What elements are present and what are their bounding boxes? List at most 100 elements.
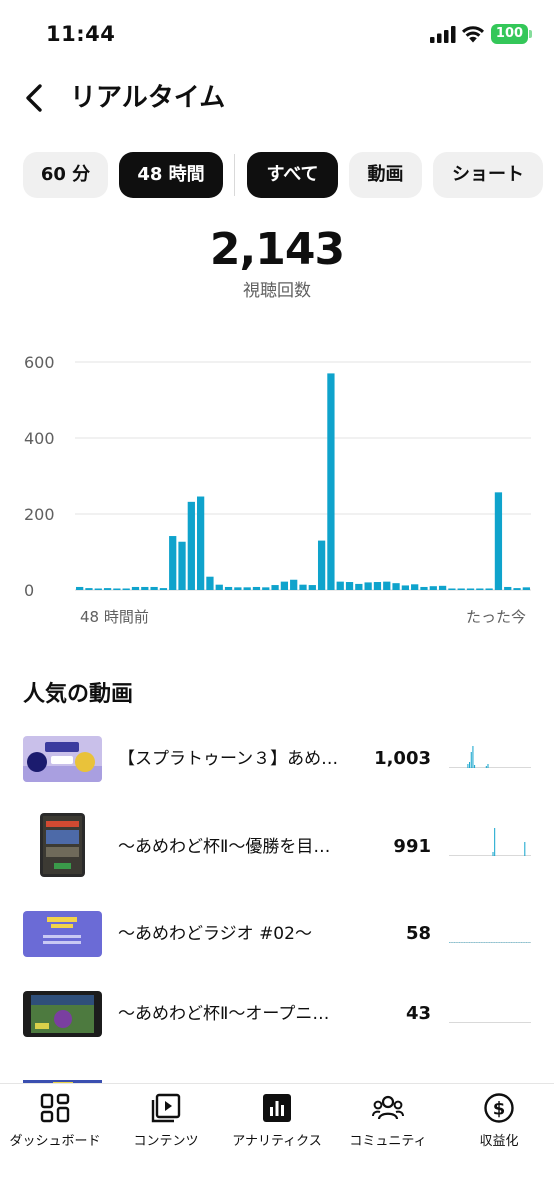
sparkline-bar [490, 942, 492, 943]
svg-text:$: $ [493, 1099, 506, 1120]
chart-bar-32[interactable] [364, 582, 372, 590]
chart-bar-11[interactable] [169, 536, 177, 590]
chart-bar-21[interactable] [262, 587, 270, 590]
chart-bar-15[interactable] [206, 576, 214, 590]
sparkline-bar [479, 942, 481, 943]
chart-bar-1[interactable] [76, 586, 84, 590]
chart-bar-14[interactable] [197, 496, 205, 590]
y-tick-label-200: 200 [24, 505, 55, 524]
chart-bar-48[interactable] [513, 588, 521, 590]
chip-all[interactable]: すべて [247, 152, 338, 198]
chart-bar-49[interactable] [522, 587, 530, 590]
chart-bar-35[interactable] [392, 583, 400, 590]
chart-bar-29[interactable] [336, 581, 344, 590]
chart-bar-42[interactable] [457, 588, 465, 591]
earn-icon: $ [484, 1093, 514, 1123]
chart-bar-20[interactable] [252, 586, 261, 590]
back-arrow-icon[interactable] [18, 80, 54, 116]
content-icon [151, 1093, 181, 1123]
header: リアルタイム [0, 76, 554, 120]
nav-analytics[interactable]: アナリティクス [222, 1092, 332, 1154]
chart-bar-39[interactable] [429, 586, 437, 590]
sparkline-bar [462, 942, 464, 943]
chart-bar-30[interactable] [345, 582, 354, 590]
chip-videos[interactable]: 動画 [349, 152, 422, 198]
chart-bar-19[interactable] [243, 587, 251, 590]
chart-bar-17[interactable] [224, 586, 233, 590]
video-thumbnail-4 [23, 991, 102, 1037]
chart-bar-38[interactable] [420, 586, 428, 590]
video-sparkline-3 [449, 942, 531, 943]
chart-bar-46[interactable] [494, 492, 503, 590]
nav-dashboard[interactable]: ダッシュボード [0, 1092, 110, 1154]
chart-bar-36[interactable] [401, 585, 409, 590]
sparkline-bar [472, 942, 474, 943]
sparkline-bar [507, 942, 509, 943]
dashboard-icon [40, 1093, 70, 1123]
chart-bar-4[interactable] [103, 588, 112, 590]
chart-bar-40[interactable] [438, 585, 447, 590]
sparkline-bar [519, 942, 521, 943]
chart-bar-7[interactable] [131, 586, 140, 590]
video-views-3: 58 [405, 923, 431, 944]
chart-bar-33[interactable] [373, 582, 382, 590]
video-title-1: 【スプラトゥーン３】あめわど杯Ⅱ〜本戦〜 [118, 749, 346, 769]
filter-chips: 60 分 48 時間 すべて 動画 ショート [23, 152, 554, 198]
video-row-2[interactable]: 〜あめわど杯Ⅱ〜優勝を目指して〜 991 [0, 813, 554, 877]
chart-bar-16[interactable] [215, 584, 223, 590]
chart-bar-25[interactable] [299, 584, 307, 590]
sparkline-bar [524, 842, 526, 856]
chart-bar-3[interactable] [94, 588, 102, 591]
chip-48-hours[interactable]: 48 時間 [119, 152, 223, 198]
chart-bar-18[interactable] [234, 587, 242, 590]
chart-bar-43[interactable] [466, 588, 475, 591]
chart-bar-44[interactable] [476, 588, 484, 591]
total-views-value: 2,143 [209, 224, 345, 275]
chart-bar-22[interactable] [271, 585, 279, 590]
chart-bar-23[interactable] [280, 581, 289, 590]
chart-bar-2[interactable] [85, 588, 93, 590]
chart-bar-37[interactable] [411, 584, 419, 590]
chart-bar-9[interactable] [150, 586, 158, 590]
nav-community[interactable]: コミュニティ [333, 1092, 443, 1154]
chart-bar-8[interactable] [141, 586, 149, 590]
chart-bar-45[interactable] [485, 588, 493, 590]
chart-bar-13[interactable] [187, 501, 195, 590]
video-title-3: 〜あめわどラジオ #02〜 [118, 924, 312, 944]
thumbnail-image-3 [23, 911, 102, 957]
battery-icon: 100 [491, 24, 528, 44]
nav-content[interactable]: コンテンツ [111, 1092, 221, 1154]
sparkline-bar [467, 764, 469, 768]
bottom-navigation: ダッシュボード コンテンツ アナリティクス コミュニティ $ 収益化 [0, 1083, 554, 1199]
chart-bar-27[interactable] [317, 540, 326, 590]
chart-bar-10[interactable] [159, 588, 168, 590]
chart-bar-6[interactable] [122, 588, 130, 591]
total-views-label: 視聴回数 [243, 281, 311, 301]
chart-bar-5[interactable] [113, 588, 121, 591]
chart-bar-12[interactable] [178, 541, 186, 590]
chart-bar-26[interactable] [308, 585, 316, 590]
chart-bar-28[interactable] [327, 373, 335, 590]
sparkline-bar [470, 752, 472, 768]
chart-bar-34[interactable] [383, 581, 391, 590]
sparkline-bar [475, 942, 477, 943]
sparkline-bar [467, 942, 469, 943]
nav-earn[interactable]: $ 収益化 [444, 1092, 554, 1154]
sparkline-bar [480, 942, 482, 943]
chart-bar-41[interactable] [448, 588, 456, 591]
chart-bar-47[interactable] [504, 586, 512, 590]
sparkline-bar [509, 942, 511, 943]
sparkline-bar [505, 942, 507, 943]
sparkline-bar [485, 942, 487, 943]
sparkline-bar [487, 764, 489, 768]
video-row-1[interactable]: 【スプラトゥーン３】あめわど杯Ⅱ〜本戦〜 1,003 [0, 730, 554, 790]
chip-60-minutes[interactable]: 60 分 [23, 152, 108, 198]
video-row-3[interactable]: 〜あめわどラジオ #02〜 58 [0, 905, 554, 965]
chart-bar-24[interactable] [290, 579, 298, 590]
video-sparkline-4 [449, 1022, 531, 1023]
chip-shorts[interactable]: ショート [433, 152, 543, 198]
chart-bar-31[interactable] [355, 583, 363, 590]
video-row-4[interactable]: 〜あめわど杯Ⅱ〜オープニング〜 43 [0, 985, 554, 1045]
sparkline-bar [524, 942, 526, 943]
nav-label-earn: 収益化 [479, 1134, 519, 1149]
